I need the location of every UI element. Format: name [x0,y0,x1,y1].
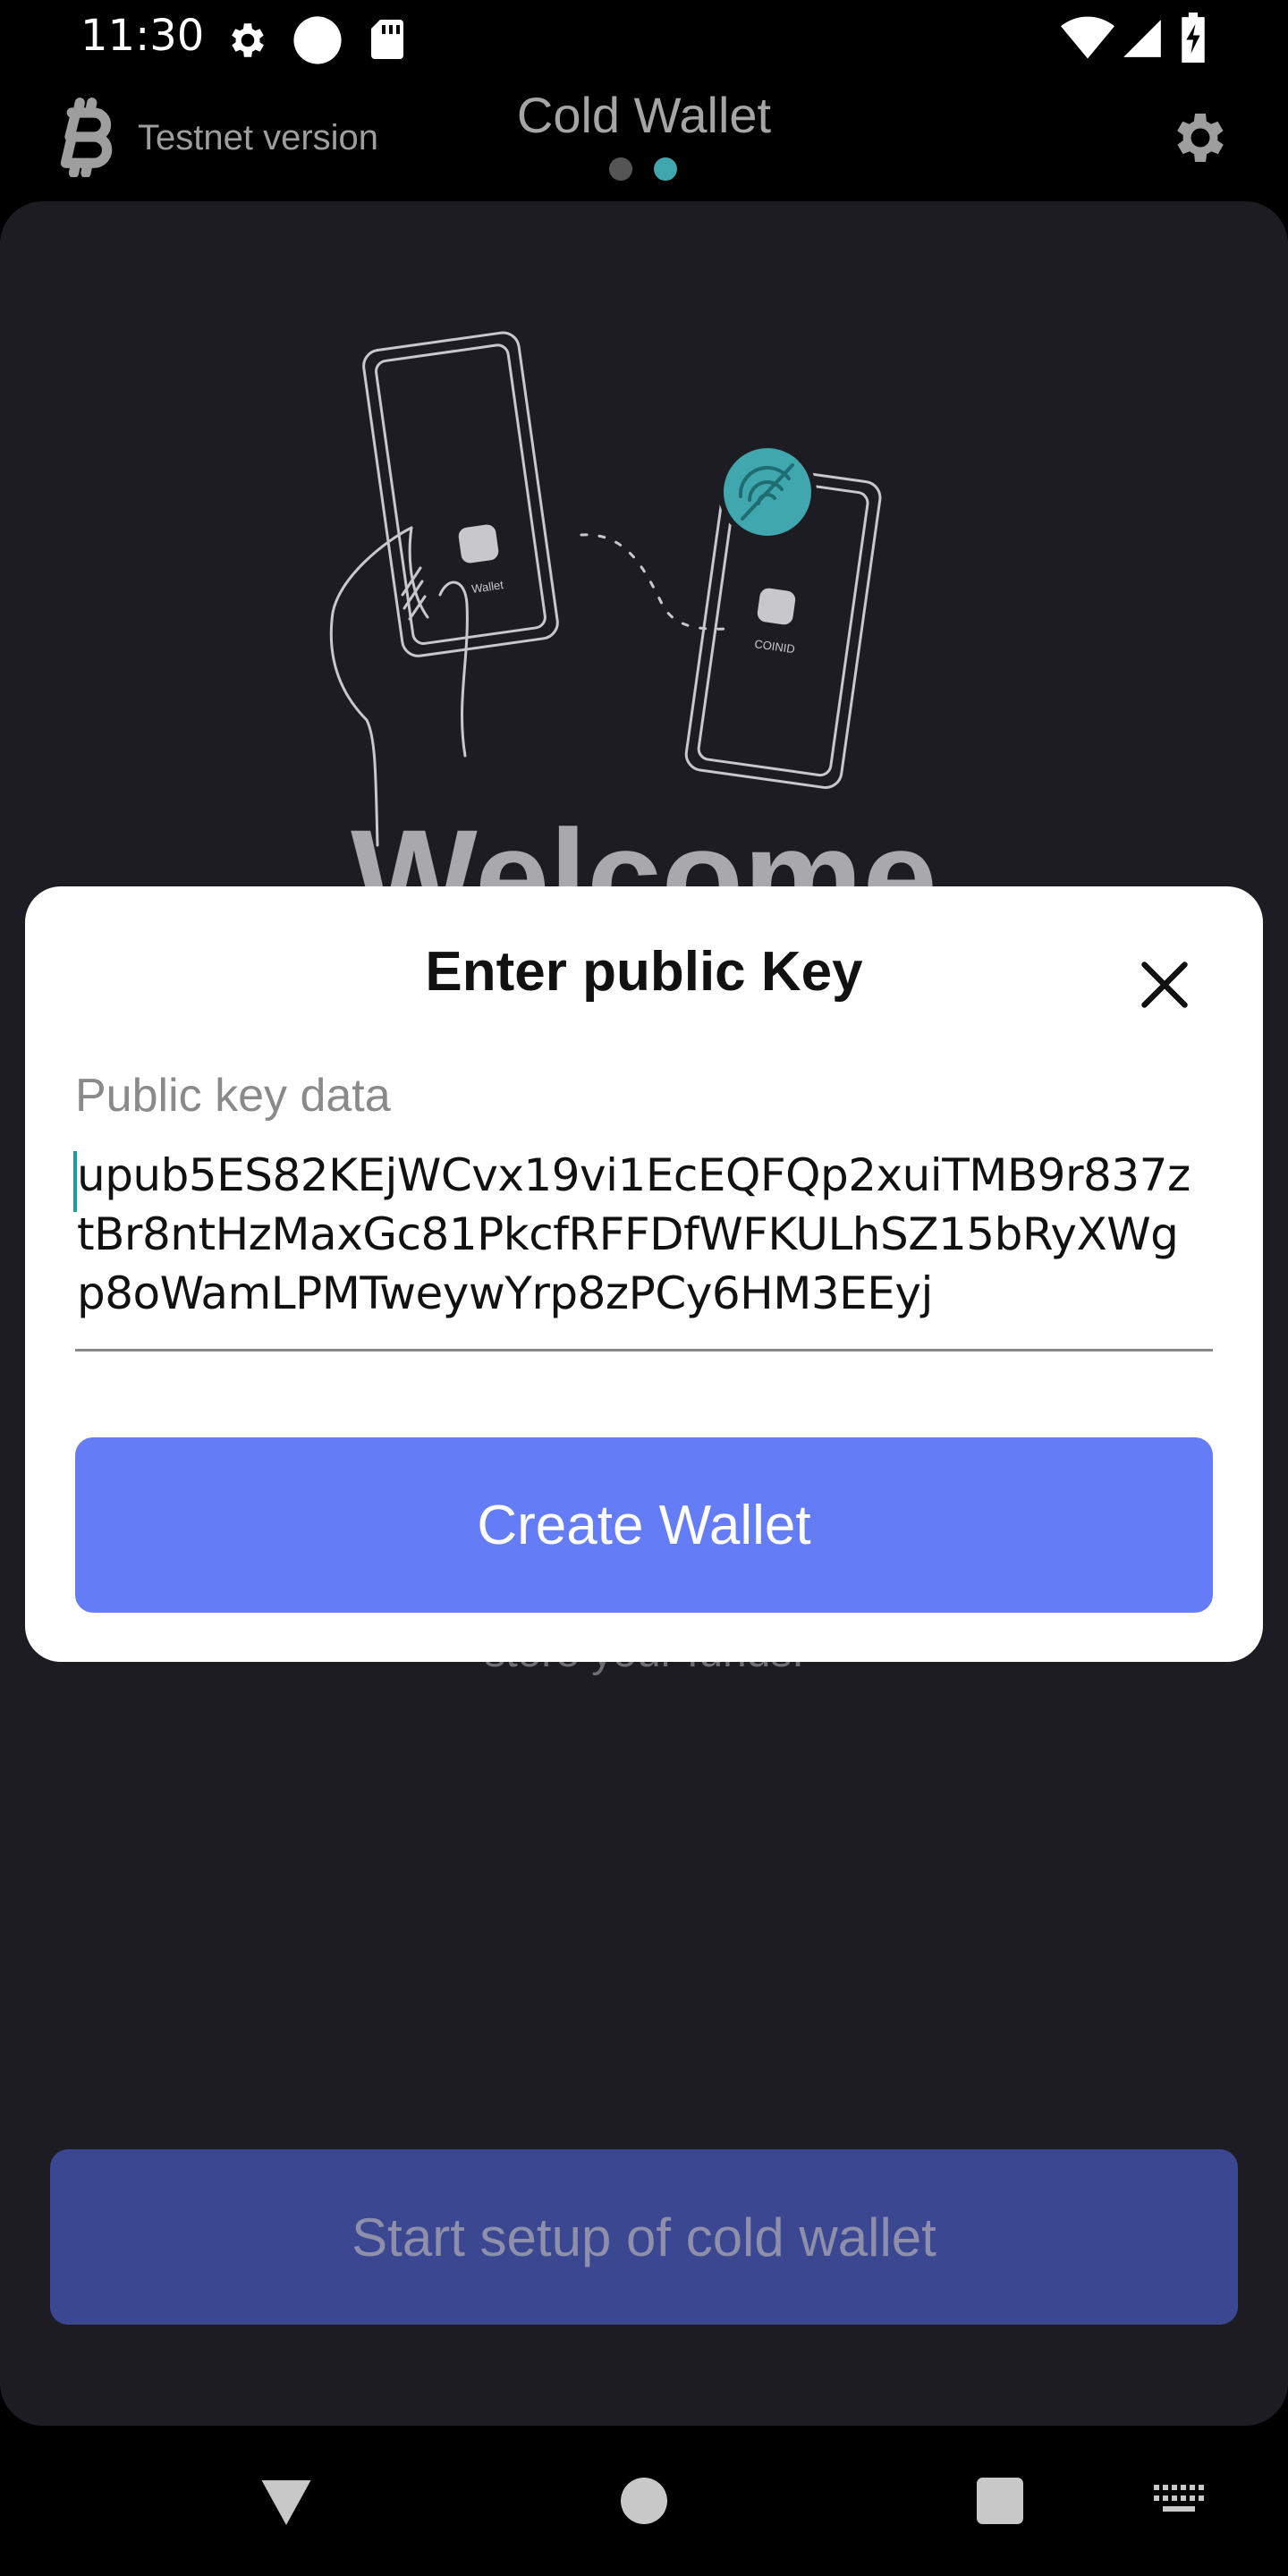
battery-charging-icon [1182,13,1205,63]
settings-gear-icon[interactable] [1168,106,1233,170]
pager-dot-1[interactable] [609,157,632,181]
no-signal-icon [718,443,817,541]
create-wallet-button[interactable]: Create Wallet [75,1437,1213,1613]
back-icon[interactable] [259,2478,313,2528]
start-setup-button[interactable]: Start setup of cold wallet [50,2149,1238,2325]
phone-pairing-illustration: Wallet COINID [329,331,882,847]
public-key-field-label: Public key data [75,1070,391,1122]
public-key-input[interactable]: upub5ES82KEjWCvx19vi1EcEQFQp2xuiTMB9r837… [73,1146,1215,1352]
status-bar: 11:30 [0,0,1288,80]
public-key-line-2: tBr8ntHzMaxGc81PkcfRFFDfWFKULhSZ15bRyXWg [77,1208,1179,1260]
enter-public-key-dialog: Enter public Key Public key data upub5ES… [25,886,1263,1662]
public-key-line-3: p8oWamLPMTweywYrp8zPCy6HM3EEyj [77,1267,933,1319]
app-header: Testnet version Cold Wallet [0,80,1288,201]
status-time: 11:30 [80,11,205,61]
signal-icon [1123,20,1161,57]
close-icon[interactable] [1138,958,1191,1012]
recents-icon[interactable] [977,2478,1023,2524]
circle-icon [293,16,342,64]
left-phone-label: Wallet [470,578,504,596]
home-icon[interactable] [621,2478,667,2524]
public-key-value[interactable]: upub5ES82KEjWCvx19vi1EcEQFQp2xuiTMB9r837… [77,1146,1215,1323]
sd-card-icon [371,20,403,59]
right-phone-label: COINID [754,637,796,656]
app-screen: 11:30 Testnet version Cold Wallet Wallet… [0,0,1288,2576]
system-nav-bar [0,2426,1288,2576]
dialog-title: Enter public Key [425,941,863,1003]
keyboard-icon[interactable] [1154,2485,1204,2517]
wifi-icon [1061,16,1114,59]
public-key-line-1: upub5ES82KEjWCvx19vi1EcEQFQp2xuiTMB9r837… [77,1149,1191,1201]
gear-icon [232,23,264,57]
pager-dot-2[interactable] [654,157,677,181]
app-title: Cold Wallet [516,87,772,143]
